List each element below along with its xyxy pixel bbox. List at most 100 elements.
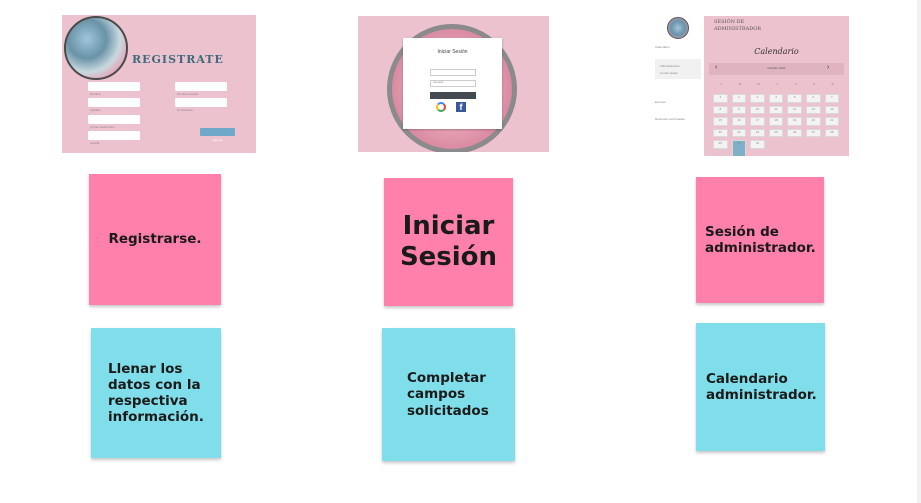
sticky-login-title: Iniciar Sesión (384, 178, 513, 306)
calendar-day-cell[interactable]: 25 (768, 128, 784, 137)
calendar-day-cell[interactable]: 20 (806, 117, 821, 126)
calendar-day-cell[interactable]: 29 (713, 140, 728, 149)
admin-calendar-mockup: Sesión de administrador Calendario ‹ Oct… (704, 16, 849, 156)
calendar-day-cell[interactable]: 9 (731, 105, 747, 114)
sticky-register-desc: Llenar los datos con la respectiva infor… (91, 328, 221, 458)
calendar-day-number: 13 (811, 106, 815, 111)
name-field[interactable]: Nombre (88, 82, 140, 96)
calendar-day-number: 29 (718, 141, 722, 145)
phone-field[interactable]: Celular (88, 131, 140, 145)
username-field[interactable]: Nombre usuario (175, 82, 227, 96)
admin-desc-text: Calendario administrador. (706, 370, 817, 403)
admin-title-text: Sesión de administrador. (705, 223, 816, 256)
login-mockup: Iniciar Sesión Usuario Contraseña Entrar… (358, 16, 549, 152)
lastname-field[interactable]: Apellido (88, 98, 140, 112)
email-field[interactable]: Correo electrónico (88, 115, 140, 129)
calendar-day-cell[interactable]: 4 (768, 94, 784, 103)
calendar-day-cell[interactable]: 2 (731, 94, 747, 103)
calendar-day-number: 19 (793, 118, 797, 122)
floral-logo (64, 16, 128, 80)
calendar-day-number: 17 (755, 118, 760, 122)
calendar-day-number: 6 (812, 95, 815, 99)
weekday-label: V (794, 82, 797, 86)
calendar-day-number: 22 (718, 129, 722, 134)
admin-session-title: Sesión de administrador (714, 19, 762, 32)
google-icon[interactable] (436, 102, 446, 112)
calendar-day-number: 25 (774, 129, 778, 134)
weekday-label: M (738, 82, 742, 86)
register-submit-button[interactable]: Ingresar (200, 128, 235, 142)
calendar-day-cell[interactable]: 12 (787, 105, 802, 114)
sidebar-item-reservations[interactable]: Reservas confirmadas (655, 117, 685, 121)
calendar-day-cell[interactable]: 6 (806, 94, 821, 103)
calendar-day-number: 26 (793, 129, 797, 134)
login-card: Iniciar Sesión Usuario Contraseña Entrar… (403, 38, 502, 129)
sticky-login-desc: Completar campos solicitados (382, 328, 515, 461)
calendar-day-cell[interactable]: 18 (768, 117, 784, 126)
login-button[interactable]: Entrar (430, 92, 476, 106)
calendar-day-number: 24 (755, 129, 760, 134)
calendar-day-cell[interactable]: 19 (787, 117, 802, 126)
calendar-day-number: 1 (719, 95, 722, 99)
admin-sidebar: Calendario Administración Cerrar sesión … (653, 15, 703, 155)
calendar-day-number: 15 (718, 118, 722, 122)
sidebar-item-admin[interactable]: Administración (660, 64, 680, 68)
calendar-day-number: 7 (831, 95, 833, 99)
weekday-row: L M M J V S D (712, 82, 842, 86)
weekday-label: S (813, 82, 816, 86)
calendar-day-cell[interactable]: 7 (824, 94, 840, 103)
calendar-day-number: 27 (811, 129, 815, 134)
calendar-day-number: 21 (830, 118, 834, 122)
login-title-text: Iniciar Sesión (399, 210, 498, 272)
register-title-text: Registrarse. (108, 231, 202, 248)
calendar-day-cell[interactable]: 31 (750, 140, 765, 149)
calendar-day-number: 5 (793, 95, 796, 99)
calendar-day-cell[interactable]: 27 (806, 128, 821, 137)
calendar-day-number: 8 (719, 106, 722, 111)
sidebar-item-calendar[interactable]: Calendario (655, 45, 670, 49)
facebook-icon[interactable]: f (456, 102, 466, 112)
weekday-label: J (776, 82, 778, 86)
calendar-day-cell[interactable]: 17 (750, 117, 765, 126)
calendar-day-number: 9 (738, 106, 740, 111)
calendar-day-cell[interactable]: 16 (731, 117, 747, 126)
calendar-day-cell[interactable]: 3 (750, 94, 765, 103)
calendar-day-number: 20 (811, 118, 815, 122)
calendar-day-cell[interactable]: 28 (824, 128, 840, 137)
calendar-day-cell[interactable]: 14 (824, 105, 840, 114)
calendar-day-cell[interactable]: 8 (713, 105, 728, 114)
next-month-icon[interactable]: › (827, 64, 829, 71)
password-input[interactable]: Contraseña (430, 80, 476, 95)
sidebar-item-events[interactable]: Eventos (655, 100, 666, 104)
calendar-grid: 1 2 3 4 5 6 7 8 9 10 11 12 13 14 15 16 17 18 19 20 21 22 23 24 2… (712, 94, 842, 156)
calendar-day-cell[interactable]: 1 (713, 94, 728, 103)
calendar-day-number: 16 (737, 118, 741, 122)
calendar-day-cell[interactable]: 11 (768, 105, 784, 114)
admin-logo (667, 17, 689, 39)
scrollbar-track[interactable] (917, 0, 921, 503)
calendar-day-cell[interactable]: 23 (731, 128, 747, 137)
calendar-day-number: 14 (830, 106, 834, 111)
calendar-day-cell[interactable]: 21 (824, 117, 840, 126)
calendar-day-number: 11 (774, 106, 778, 111)
weekday-label: D (831, 82, 834, 86)
login-desc-text: Completar campos solicitados (407, 370, 489, 419)
sidebar-item-logout[interactable]: Cerrar sesión (660, 71, 678, 75)
calendar-day-number: 2 (738, 95, 740, 99)
calendar-day-cell[interactable]: 24 (750, 128, 765, 137)
calendar-day-cell[interactable]: 10 (750, 105, 765, 114)
calendar-day-number: 3 (756, 95, 759, 99)
calendar-day-number: 23 (737, 129, 741, 134)
calendar-day-cell[interactable]: 22 (713, 128, 728, 137)
calendar-day-cell[interactable]: 15 (713, 117, 728, 126)
password-field[interactable]: Contraseña (175, 98, 227, 112)
register-desc-text: Llenar los datos con la respectiva infor… (108, 360, 204, 426)
calendar-day-cell[interactable]: 26 (787, 128, 802, 137)
calendar-day-number: 10 (755, 106, 760, 111)
calendar-day-cell[interactable]: 5 (787, 94, 802, 103)
calendar-day-number: 30 (737, 141, 741, 145)
calendar-day-number: 18 (774, 118, 778, 122)
calendar-day-cell[interactable]: 30 (731, 140, 747, 156)
calendar-day-cell[interactable]: 13 (806, 105, 821, 114)
user-input[interactable]: Usuario (430, 69, 476, 84)
